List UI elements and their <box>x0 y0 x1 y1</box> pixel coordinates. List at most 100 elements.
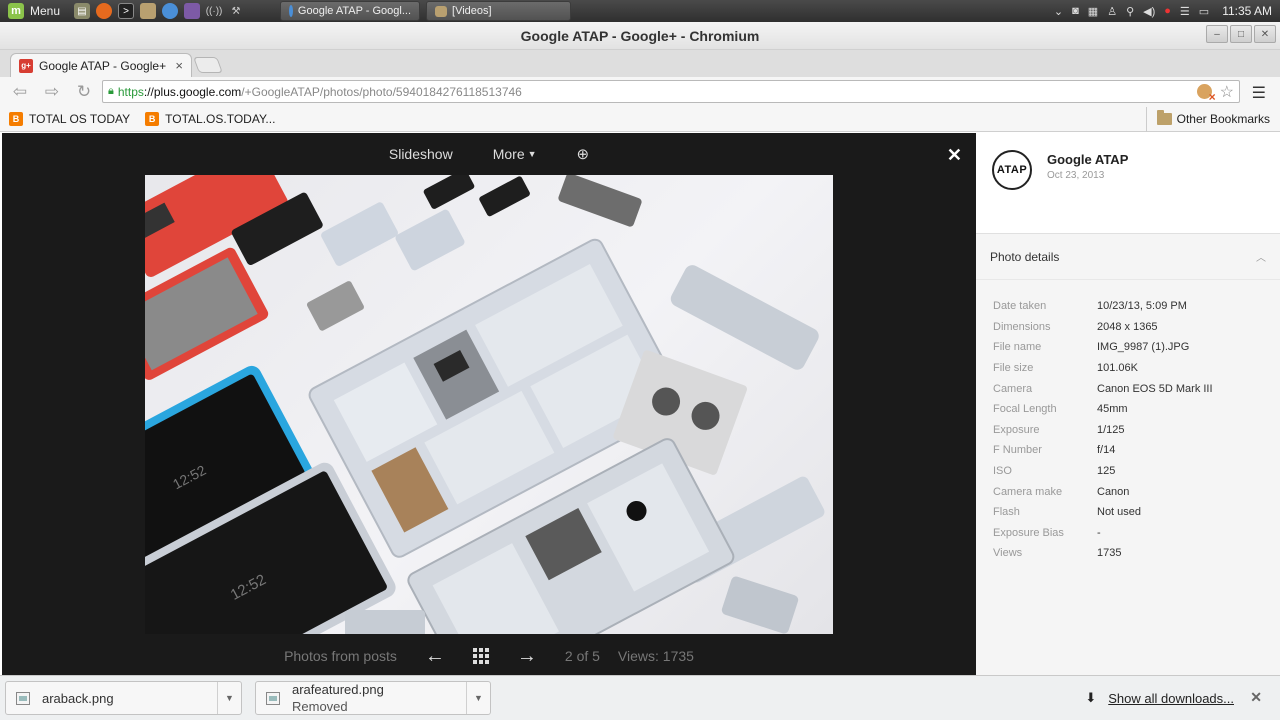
detail-row: Exposure Bias - <box>976 523 1280 544</box>
omnibox-actions: ☆ <box>1196 82 1234 104</box>
detail-value: 101.06K <box>1097 362 1138 375</box>
detail-row: ISO 125 <box>976 461 1280 482</box>
user-icon[interactable]: ♙ <box>1107 5 1117 18</box>
window-title: Google ATAP - Google+ - Chromium <box>520 27 760 44</box>
chevron-down-icon[interactable]: ⌄ <box>1054 5 1063 18</box>
detail-value: 1735 <box>1097 547 1122 560</box>
new-tab-button[interactable] <box>193 57 223 73</box>
record-icon[interactable]: ● <box>1164 5 1171 17</box>
browser-toolbar: ⇦ ⇨ ↻ 🔒︎ https://plus.google.com/+Google… <box>0 77 1280 107</box>
blogger-icon: B <box>145 112 160 126</box>
detail-value: - <box>1097 526 1101 539</box>
taskbar-window-chromium[interactable]: Google ATAP - Googl... <box>280 1 421 21</box>
slideshow-button[interactable]: Slideshow <box>389 146 453 162</box>
taskbar-window-videos[interactable]: [Videos] <box>426 1 572 21</box>
previous-arrow-icon[interactable]: ← <box>411 645 459 668</box>
lock-icon[interactable]: 🔒︎ <box>108 85 114 98</box>
detail-label: F Number <box>993 444 1042 457</box>
wifi-icon[interactable]: ((·)) <box>206 3 223 19</box>
close-icon[interactable]: × <box>175 58 183 73</box>
photos-from-posts-link[interactable]: Photos from posts <box>270 648 411 664</box>
network-icon[interactable]: ⚲ <box>1126 5 1134 18</box>
post-date[interactable]: Oct 23, 2013 <box>1047 170 1104 181</box>
wrench-icon[interactable]: ⚒ <box>228 3 244 19</box>
files-icon[interactable]: ▤ <box>74 3 91 19</box>
detail-label: Flash <box>993 506 1020 519</box>
close-icon[interactable]: ✕ <box>1250 689 1262 706</box>
close-icon[interactable]: ✕ <box>947 145 962 166</box>
detail-value: Canon <box>1097 485 1130 498</box>
tab-label: Google ATAP - Google+ <box>39 58 167 73</box>
detail-value: Canon EOS 5D Mark III <box>1097 382 1213 395</box>
tab-google-atap[interactable]: g+ Google ATAP - Google+ × <box>10 53 192 77</box>
start-menu-button[interactable]: m Menu <box>0 0 68 22</box>
bookmark-label: TOTAL OS TODAY <box>29 112 131 126</box>
grid-view-button[interactable] <box>459 648 503 664</box>
more-menu-button[interactable]: More ▼ <box>493 146 537 162</box>
author-name[interactable]: Google ATAP <box>1047 152 1128 167</box>
detail-row: Focal Length 45mm <box>976 399 1280 420</box>
download-item-arafeatured[interactable]: arafeatured.png Removed ▼ <box>255 681 491 715</box>
bookmark-total-os-today[interactable]: B TOTAL OS TODAY <box>0 112 136 126</box>
detail-row: File name IMG_9987 (1).JPG <box>976 337 1280 358</box>
camera-icon[interactable]: ◙ <box>1072 5 1079 17</box>
url-scheme: https <box>117 84 144 99</box>
main-photo[interactable]: 12:52 12:52 <box>145 175 833 634</box>
hamburger-menu-icon[interactable]: ☰ <box>1252 83 1266 103</box>
clock[interactable]: 11:35 AM <box>1218 4 1272 18</box>
reload-button[interactable]: ↻ <box>70 80 98 104</box>
bookmark-total-os-today-2[interactable]: B TOTAL.OS.TODAY... <box>136 112 281 126</box>
more-label: More <box>492 146 525 162</box>
battery-icon[interactable]: ▭ <box>1199 5 1209 18</box>
detail-label: File size <box>993 362 1034 375</box>
detail-row: Camera make Canon <box>976 481 1280 502</box>
close-window-button[interactable]: ✕ <box>1254 25 1276 43</box>
address-bar[interactable]: 🔒︎ https://plus.google.com/+GoogleATAP/p… <box>102 80 1240 104</box>
detail-label: Date taken <box>993 300 1047 313</box>
show-all-downloads-link[interactable]: Show all downloads... <box>1108 691 1234 706</box>
detail-label: Dimensions <box>993 320 1051 333</box>
photo-views: Views: 1735 <box>617 648 694 664</box>
detail-row: F Number f/14 <box>976 440 1280 461</box>
next-arrow-icon[interactable]: → <box>503 645 551 668</box>
taskbar-window-label: [Videos] <box>452 5 492 17</box>
download-item-araback[interactable]: araback.png ▼ <box>5 681 242 715</box>
url-host: ://plus.google.com <box>143 84 242 99</box>
detail-row: Flash Not used <box>976 502 1280 523</box>
blocked-content-icon[interactable] <box>1196 84 1216 104</box>
avatar[interactable]: ATAP <box>992 150 1032 190</box>
minimize-button[interactable]: – <box>1206 25 1228 43</box>
folder-icon[interactable] <box>140 3 157 19</box>
chevron-down-icon[interactable]: ▼ <box>217 682 241 714</box>
detail-label: File name <box>993 341 1042 354</box>
terminal-icon[interactable]: > <box>118 3 135 19</box>
bookmarks-bar: B TOTAL OS TODAY B TOTAL.OS.TODAY... Oth… <box>0 106 1280 132</box>
firefox-icon[interactable] <box>96 3 113 19</box>
detail-value: 2048 x 1365 <box>1097 320 1158 333</box>
chromium-icon[interactable] <box>162 3 179 19</box>
chevron-up-icon: ︿ <box>1256 253 1266 264</box>
chevron-down-icon[interactable]: ▼ <box>466 682 490 714</box>
detail-label: ISO <box>993 465 1012 478</box>
detail-value: 1/125 <box>1097 423 1125 436</box>
photo-details-toggle[interactable]: Photo details ︿ <box>976 234 1280 280</box>
window-controls: – □ ✕ <box>1206 25 1276 43</box>
zoom-icon[interactable]: ⊕ <box>577 145 590 163</box>
volume-icon[interactable]: ◀) <box>1143 5 1155 18</box>
calendar-icon[interactable]: ▦ <box>1088 5 1098 18</box>
detail-row: File size 101.06K <box>976 358 1280 379</box>
settings-icon[interactable]: ☰ <box>1180 5 1190 18</box>
back-button[interactable]: ⇦ <box>6 80 34 104</box>
maximize-button[interactable]: □ <box>1230 25 1252 43</box>
show-all-downloads[interactable]: ⬇ Show all downloads... <box>1085 690 1234 706</box>
os-taskbar: m Menu ▤ > ((·)) ⚒ Google ATAP - Googl..… <box>0 0 1280 22</box>
bookmark-star-icon[interactable]: ☆ <box>1220 82 1234 102</box>
quick-launchers: ▤ > ((·)) ⚒ <box>68 3 244 19</box>
other-bookmarks-label: Other Bookmarks <box>1176 112 1270 126</box>
image-viewer-icon[interactable] <box>184 3 201 19</box>
lightbox-footer: Photos from posts ← → 2 of 5 Views: 1735 <box>2 637 976 675</box>
other-bookmarks[interactable]: Other Bookmarks <box>1145 106 1280 132</box>
url-path: /+GoogleATAP/photos/photo/59401842761185… <box>241 84 522 99</box>
forward-button[interactable]: ⇨ <box>38 80 66 104</box>
google-plus-icon: g+ <box>19 58 33 73</box>
